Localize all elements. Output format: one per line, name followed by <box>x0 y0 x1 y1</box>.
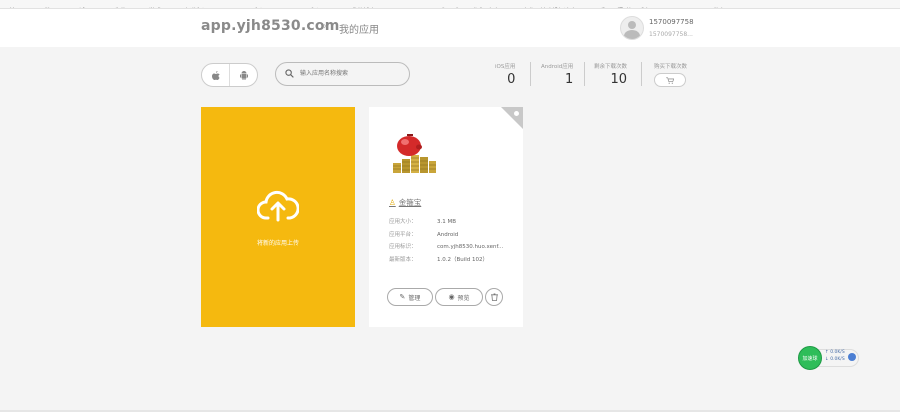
speed-widget-badge: 加速球 <box>798 346 822 370</box>
identifier-value: com.yjh8530.huo.xenf... <box>437 244 504 250</box>
eye-icon: ◉ <box>448 293 455 301</box>
size-label: 应用大小： <box>389 219 417 225</box>
edit-icon: ✎ <box>399 293 406 301</box>
stat-ios-label: iOS应用 <box>495 64 516 70</box>
stat-android: Android应用 1 <box>541 62 573 87</box>
size-value: 3.1 MB <box>437 219 457 225</box>
stat-downloads: 剩余下载次数 10 <box>594 62 627 87</box>
corner-dot-icon[interactable] <box>514 111 519 116</box>
username[interactable]: 1570097758 <box>649 18 694 26</box>
manage-label: 管理 <box>408 294 421 302</box>
site-header: app.yjh8530.com › 我的应用 1570097758 157009… <box>0 9 900 47</box>
apple-filter-button[interactable] <box>202 64 229 86</box>
stat-divider <box>584 62 585 86</box>
search-icon <box>285 69 294 78</box>
stat-android-label: Android应用 <box>541 64 574 70</box>
platform-value: Android <box>437 231 459 238</box>
stat-buy: 购买下载次数 <box>654 62 687 87</box>
platform-filter <box>201 63 258 87</box>
stat-divider <box>641 62 642 86</box>
delete-button[interactable] <box>485 288 503 306</box>
app-actions: ✎ 管理 ◉ 预览 <box>387 288 505 306</box>
version-value: 1.0.2（Build 102） <box>437 256 489 263</box>
upload-new-app-card[interactable]: 将新的应用上传 <box>201 107 355 327</box>
stat-downloads-value: 10 <box>610 72 628 87</box>
platform-label: 应用平台： <box>389 231 417 238</box>
app-name: 金箍宝 <box>398 198 422 207</box>
preview-button[interactable]: ◉ 预览 <box>435 288 483 306</box>
app-name-link[interactable]: ♙ 金箍宝 <box>389 197 421 208</box>
apple-icon <box>211 70 220 80</box>
stat-downloads-label: 剩余下载次数 <box>594 64 628 70</box>
card-corner <box>501 107 523 129</box>
breadcrumb-separator: › <box>323 21 327 32</box>
manage-button[interactable]: ✎ 管理 <box>387 288 433 306</box>
stat-divider <box>530 62 531 86</box>
upload-speed: ↑ 0.0K/S <box>825 350 845 355</box>
stat-android-value: 1 <box>564 72 574 87</box>
speed-widget[interactable]: 加速球 ↑ 0.0K/S ↓ 0.0K/S <box>798 346 859 370</box>
stat-buy-label: 购买下载次数 <box>654 64 688 70</box>
app-card: ♙ 金箍宝 应用大小： 3.1 MB 应用平台： Android 应用标识： com.y… <box>369 107 523 327</box>
site-logo[interactable]: app.yjh8530.com <box>201 18 340 34</box>
android-icon <box>239 70 248 80</box>
version-label: 最新版本： <box>389 256 417 263</box>
stat-ios: iOS应用 0 <box>495 62 515 87</box>
user-phone: 1570097758... <box>649 31 693 38</box>
app-icon[interactable] <box>389 127 439 177</box>
download-speed: ↓ 0.0K/S <box>825 357 845 362</box>
buy-downloads-button[interactable] <box>654 73 686 87</box>
bookmarks-bar: 首页学习试用收藏游戏有道翻译Google 翻译Google翻译器我的博客game… <box>0 0 900 9</box>
identifier-label: 应用标识： <box>389 244 417 250</box>
cart-icon <box>666 76 674 84</box>
avatar[interactable] <box>620 16 644 40</box>
android-filter-button[interactable] <box>229 64 257 86</box>
user-icon: ♙ <box>389 198 396 207</box>
stat-ios-value: 0 <box>507 72 516 87</box>
cloud-upload-icon <box>257 190 299 222</box>
upload-label: 将新的应用上传 <box>256 240 299 247</box>
trash-icon <box>490 293 498 301</box>
app-info: 应用大小： 3.1 MB 应用平台： Android 应用标识： com.yjh853… <box>389 216 503 266</box>
network-icon <box>848 353 856 361</box>
preview-label: 预览 <box>457 294 470 302</box>
search-box <box>275 62 410 86</box>
breadcrumb-my-apps[interactable]: 我的应用 <box>339 21 379 36</box>
search-input[interactable] <box>300 67 400 80</box>
